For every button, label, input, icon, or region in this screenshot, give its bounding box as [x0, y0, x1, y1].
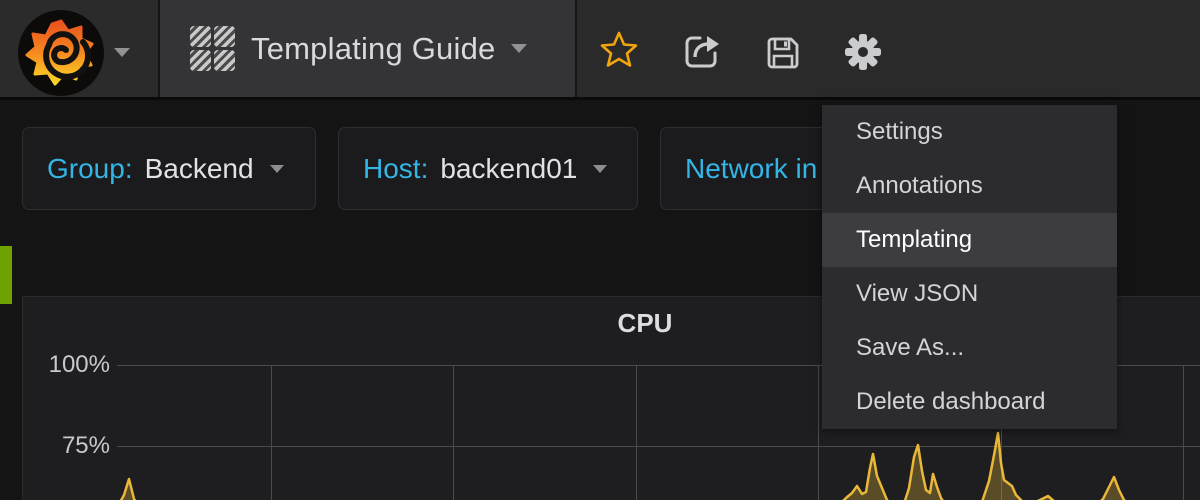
star-button[interactable]	[597, 28, 641, 72]
settings-button[interactable]	[841, 30, 885, 74]
menu-item-annotations[interactable]: Annotations	[822, 159, 1117, 213]
menu-item-delete-dashboard[interactable]: Delete dashboard	[822, 375, 1117, 429]
settings-dropdown-menu: Settings Annotations Templating View JSO…	[822, 105, 1117, 429]
row-collapse-marker[interactable]	[0, 246, 12, 304]
menu-item-view-json[interactable]: View JSON	[822, 267, 1117, 321]
variable-label: Group:	[47, 153, 133, 185]
variable-label: Host:	[363, 153, 428, 185]
variable-value: backend01	[440, 153, 577, 185]
share-icon	[681, 31, 721, 71]
star-icon	[599, 30, 639, 70]
share-button[interactable]	[679, 29, 723, 73]
dashboard-grid-icon[interactable]	[190, 26, 235, 71]
menu-item-settings[interactable]: Settings	[822, 105, 1117, 159]
save-icon	[765, 35, 801, 71]
variable-label: Network in	[685, 153, 817, 185]
dashboard-picker-caret-icon[interactable]	[511, 44, 527, 53]
grafana-logo[interactable]	[0, 0, 158, 97]
navbar: Templating Guide	[0, 0, 1200, 100]
menu-item-templating[interactable]: Templating	[822, 213, 1117, 267]
dashboard-title-section[interactable]: Templating Guide	[158, 0, 577, 97]
save-button[interactable]	[761, 31, 805, 75]
org-switch-caret-icon[interactable]	[114, 48, 130, 57]
grafana-dashboard-screen: CPU 100% 75% Group: Backend Host: backen…	[0, 0, 1200, 500]
variable-value: Backend	[145, 153, 254, 185]
y-axis-tick-75: 75%	[22, 432, 110, 460]
y-axis-tick-100: 100%	[22, 351, 110, 379]
chevron-down-icon	[270, 165, 284, 173]
variable-dropdown-group[interactable]: Group: Backend	[22, 127, 316, 210]
navbar-logo-section[interactable]	[0, 0, 158, 97]
variable-dropdown-host[interactable]: Host: backend01	[338, 127, 638, 210]
chevron-down-icon	[593, 165, 607, 173]
gear-icon	[844, 33, 882, 71]
dashboard-title[interactable]: Templating Guide	[251, 31, 495, 67]
navbar-actions-section	[577, 0, 1200, 97]
menu-item-save-as[interactable]: Save As...	[822, 321, 1117, 375]
